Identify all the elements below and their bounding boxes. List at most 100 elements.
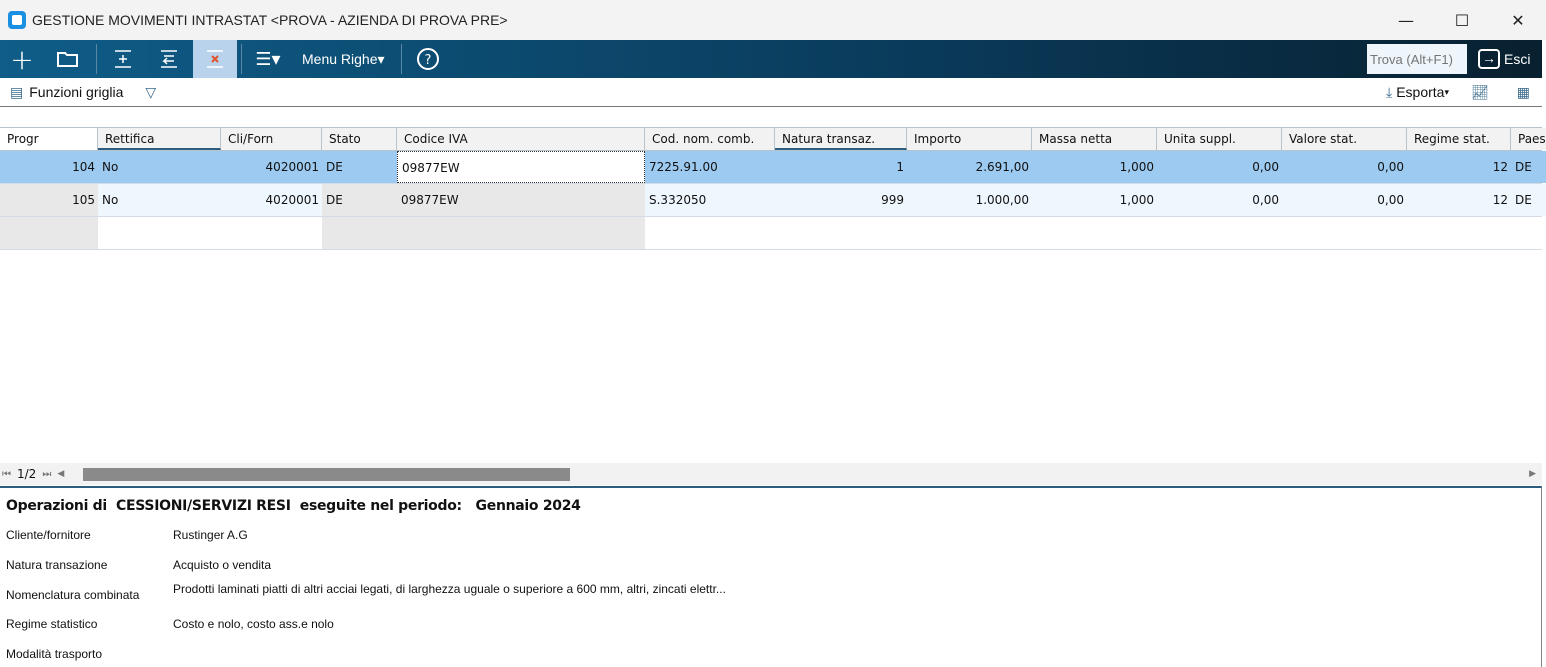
main-toolbar: + ☰▾ Menu Righe▾ ? →Esci [0, 40, 1542, 78]
new-icon[interactable]: + [0, 40, 44, 78]
insert-row-icon[interactable] [101, 40, 145, 78]
last-page-icon[interactable]: ⏭ [42, 469, 51, 480]
empty-cell[interactable] [98, 217, 221, 249]
close-button[interactable]: ✕ [1490, 0, 1546, 40]
svg-text:?: ? [424, 53, 431, 68]
empty-cell[interactable] [1282, 217, 1407, 249]
table-cell[interactable]: 1,000 [1032, 151, 1157, 183]
table-cell[interactable]: 0,00 [1282, 151, 1407, 183]
layout-grid-icon[interactable]: ▦ [1517, 84, 1530, 101]
exit-icon: → [1478, 49, 1500, 69]
table-cell[interactable]: 0,00 [1157, 184, 1282, 216]
first-page-icon[interactable]: ⏮ [2, 469, 11, 480]
export-button[interactable]: Esporta [1396, 84, 1444, 100]
table-cell[interactable]: S.332050 [645, 184, 775, 216]
filter-icon[interactable]: ▽ [145, 84, 156, 101]
table-cell[interactable]: 12 [1407, 151, 1511, 183]
table-cell[interactable]: 999 [775, 184, 907, 216]
table-cell[interactable]: 2.691,00 [907, 151, 1032, 183]
hamburger-menu-icon[interactable]: ☰▾ [246, 40, 290, 78]
grid-functions-button[interactable]: Funzioni griglia [29, 84, 123, 100]
table-cell[interactable]: 1.000,00 [907, 184, 1032, 216]
column-header[interactable]: Natura transaz. [775, 128, 907, 150]
window-title: GESTIONE MOVIMENTI INTRASTAT <PROVA - AZ… [32, 12, 508, 28]
separator [96, 44, 97, 74]
detail-label: Cliente/fornitore [6, 528, 91, 542]
open-folder-icon[interactable] [44, 40, 92, 78]
table-cell[interactable]: 09877EW [397, 151, 645, 183]
table-cell[interactable]: DE [1511, 184, 1546, 216]
table-cell[interactable]: 09877EW [397, 184, 645, 216]
column-header[interactable]: Valore stat. [1282, 128, 1407, 150]
table-cell[interactable]: 4020001 [221, 151, 322, 183]
detail-label: Nomenclatura combinata [6, 588, 140, 602]
detail-value: Acquisto o vendita [173, 558, 272, 572]
column-header[interactable]: Regime stat. [1407, 128, 1511, 150]
empty-cell[interactable] [907, 217, 1032, 249]
column-header[interactable]: Cli/Forn [221, 128, 322, 150]
chart-icon[interactable]: 📈︎ [1471, 84, 1489, 101]
table-cell[interactable]: No [98, 184, 221, 216]
empty-cell[interactable] [322, 217, 397, 249]
column-header[interactable]: Rettifica [98, 128, 221, 150]
column-header[interactable]: Unita suppl. [1157, 128, 1282, 150]
scroll-left-icon[interactable]: ◀ [57, 469, 64, 479]
table-cell[interactable]: 12 [1407, 184, 1511, 216]
title-bar: GESTIONE MOVIMENTI INTRASTAT <PROVA - AZ… [0, 0, 1546, 40]
menu-righe-button[interactable]: Menu Righe ▾ [290, 40, 397, 78]
empty-cell[interactable] [0, 217, 98, 249]
exit-button[interactable]: → Esci [1478, 40, 1530, 78]
undo-row-icon[interactable] [145, 40, 193, 78]
table-row[interactable]: 105 No 4020001 DE 09877EW S.332050 999 1.000,00… [0, 184, 1546, 217]
table-cell[interactable]: 7225.91.00 [645, 151, 775, 183]
horizontal-scrollbar-thumb[interactable] [83, 468, 570, 481]
empty-cell[interactable] [1407, 217, 1511, 249]
help-icon[interactable]: ? [406, 40, 450, 78]
table-cell[interactable]: 105 [0, 184, 98, 216]
table-cell[interactable]: DE [1511, 151, 1546, 183]
column-header[interactable]: Cod. nom. comb. [645, 128, 775, 150]
column-header[interactable]: Codice IVA [397, 128, 645, 150]
table-cell[interactable]: 0,00 [1157, 151, 1282, 183]
maximize-button[interactable]: ☐ [1434, 0, 1490, 40]
empty-cell[interactable] [397, 217, 645, 249]
detail-value: Rustinger A.G [173, 528, 248, 542]
separator [241, 44, 242, 74]
empty-cell[interactable] [221, 217, 322, 249]
scroll-right-icon[interactable]: ▶ [1529, 469, 1536, 479]
column-header[interactable]: Massa netta [1032, 128, 1157, 150]
column-header[interactable]: Progr [0, 128, 98, 150]
exit-label: Esci [1504, 51, 1531, 67]
minimize-button[interactable]: — [1378, 0, 1434, 40]
table-cell[interactable]: 1,000 [1032, 184, 1157, 216]
column-header[interactable]: Paes [1511, 128, 1546, 150]
download-icon: ⤓ [1386, 83, 1393, 100]
detail-label: Regime statistico [6, 617, 98, 631]
detail-value: Costo e nolo, costo ass.e nolo [173, 617, 334, 631]
table-cell[interactable]: 4020001 [221, 184, 322, 216]
empty-cell[interactable] [1032, 217, 1157, 249]
find-input[interactable] [1367, 44, 1467, 74]
grid-pager: ⏮ 1/2 ⏭ ◀ ▶ [0, 463, 1542, 485]
table-cell[interactable]: 104 [0, 151, 98, 183]
grid-toolbar: ▤ Funzioni griglia ▽ ⤓ Esporta ▾ 📈︎ ▦ [0, 78, 1542, 107]
detail-value: Prodotti laminati piatti di altri acciai… [173, 582, 726, 596]
column-header[interactable]: Stato [322, 128, 397, 150]
table-row[interactable]: 104 No 4020001 DE 09877EW 7225.91.00 1 2.691,00… [0, 151, 1546, 184]
detail-heading: Operazioni di CESSIONI/SERVIZI RESI eseg… [6, 498, 581, 514]
grid-header: Progr Rettifica Cli/Forn Stato Codice IVA Cod… [0, 127, 1546, 151]
table-row[interactable] [0, 217, 1546, 250]
data-grid: Progr Rettifica Cli/Forn Stato Codice IVA Cod… [0, 127, 1546, 250]
detail-label: Natura transazione [6, 558, 108, 572]
delete-row-icon[interactable] [193, 40, 237, 78]
empty-cell[interactable] [1511, 217, 1546, 249]
empty-cell[interactable] [1157, 217, 1282, 249]
table-cell[interactable]: DE [322, 184, 397, 216]
table-cell[interactable]: 0,00 [1282, 184, 1407, 216]
empty-cell[interactable] [645, 217, 775, 249]
empty-cell[interactable] [775, 217, 907, 249]
column-header[interactable]: Importo [907, 128, 1032, 150]
table-cell[interactable]: 1 [775, 151, 907, 183]
table-cell[interactable]: DE [322, 151, 397, 183]
table-cell[interactable]: No [98, 151, 221, 183]
